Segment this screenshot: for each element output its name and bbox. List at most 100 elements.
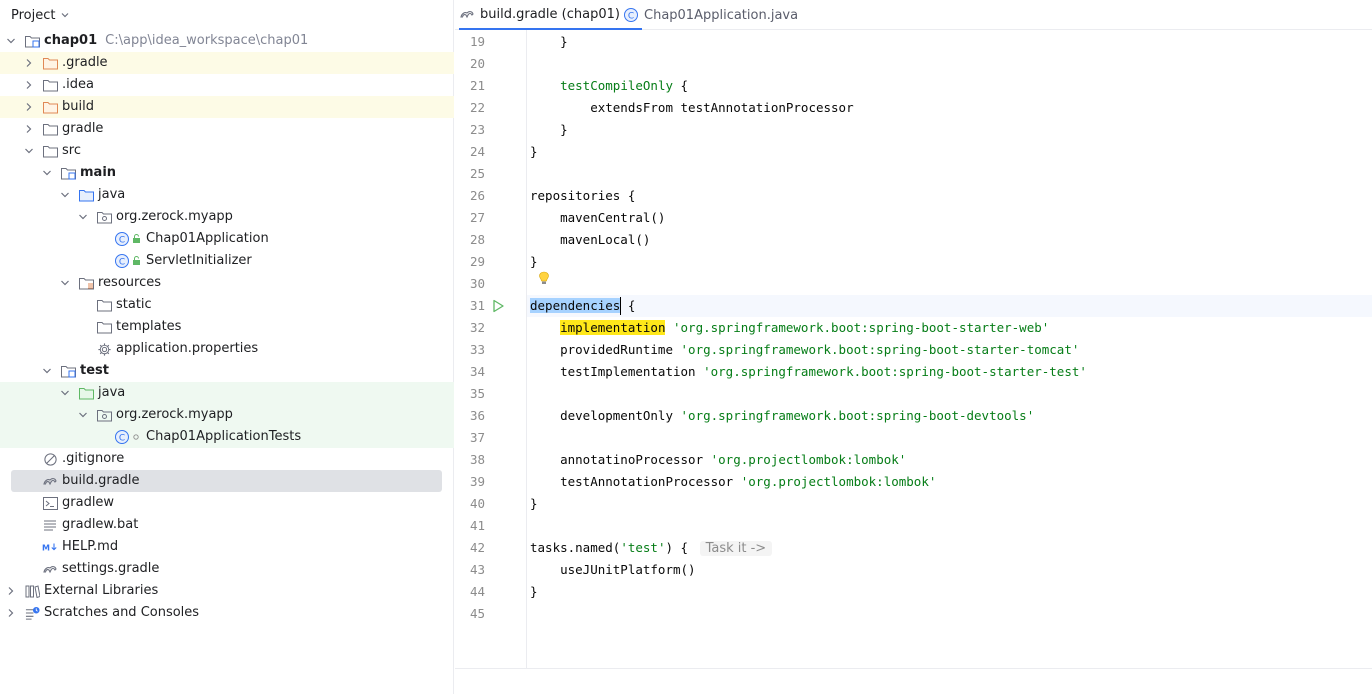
code-line[interactable]: } <box>530 31 568 53</box>
code-token: annotatinoProcessor <box>530 452 711 467</box>
tree-item-label: ServletInitializer <box>146 253 252 268</box>
editor-gutter: 19 20 21 22 23 24 25 26 27 28 29 30 31 32 33 34 35 36 37 38… <box>455 30 527 668</box>
code-line[interactable]: extendsFrom testAnnotationProcessor <box>530 97 853 119</box>
chevron-down-icon[interactable] <box>60 10 70 20</box>
tree-item-label: HELP.md <box>62 539 119 554</box>
tab-build-gradle[interactable]: build.gradle (chap01) × <box>459 0 643 30</box>
tree-item[interactable]: org.zerock.myapp <box>0 404 454 426</box>
code-line[interactable]: repositories { <box>530 185 635 207</box>
code-token: testAnnotationProcessor <box>530 474 741 489</box>
tree-item[interactable]: C ServletInitializer <box>0 250 454 272</box>
chevron-right-icon[interactable] <box>22 118 36 140</box>
tree-item[interactable]: gradle <box>0 118 454 140</box>
folder-icon <box>42 140 58 162</box>
lightbulb-icon[interactable] <box>538 267 550 289</box>
tree-item[interactable]: gradlew <box>0 492 454 514</box>
tree-item[interactable]: static <box>0 294 454 316</box>
chevron-down-icon[interactable] <box>40 162 54 184</box>
tree-item[interactable]: build <box>0 96 454 118</box>
chevron-down-icon[interactable] <box>58 382 72 404</box>
code-line[interactable]: developmentOnly 'org.springframework.boo… <box>530 405 1034 427</box>
tree-item-label: gradlew.bat <box>62 517 139 532</box>
line-number: 32 <box>469 320 485 335</box>
code-line[interactable]: } <box>530 581 538 603</box>
code-token: repositories { <box>530 188 636 203</box>
line-number: 35 <box>469 386 485 401</box>
chevron-right-icon[interactable] <box>4 602 18 624</box>
tree-item[interactable]: chap01 C:\app\idea_workspace\chap01 <box>0 30 454 52</box>
code-line[interactable]: mavenLocal() <box>530 229 650 251</box>
tree-item[interactable]: C Chap01Application <box>0 228 454 250</box>
line-number: 22 <box>469 100 485 115</box>
tab-label: Chap01Application.java <box>644 7 799 23</box>
chevron-down-icon[interactable] <box>76 206 90 228</box>
code-editor[interactable]: 19 20 21 22 23 24 25 26 27 28 29 30 31 32 33 34 35 36 37 38… <box>455 30 1372 668</box>
tree-item[interactable]: java <box>0 184 454 206</box>
tree-item[interactable]: resources <box>0 272 454 294</box>
project-panel-header[interactable]: Project <box>0 0 453 30</box>
code-line[interactable]: } <box>530 493 538 515</box>
string-literal: 'org.springframework.boot:spring-boot-st… <box>680 342 1080 357</box>
tree-item-label: static <box>116 297 152 312</box>
run-icon[interactable] <box>491 295 505 317</box>
tree-item-label: java <box>98 187 126 202</box>
code-token: } <box>530 122 568 137</box>
chevron-right-icon[interactable] <box>22 74 36 96</box>
tree-item[interactable]: org.zerock.myapp <box>0 206 454 228</box>
code-line[interactable]: providedRuntime 'org.springframework.boo… <box>530 339 1079 361</box>
code-line[interactable]: testImplementation 'org.springframework.… <box>530 361 1087 383</box>
chevron-right-icon[interactable] <box>22 52 36 74</box>
folder-icon <box>42 74 58 96</box>
tree-item[interactable]: .gradle <box>0 52 454 74</box>
chevron-right-icon[interactable] <box>22 96 36 118</box>
code-line[interactable]: } <box>530 251 538 273</box>
code-line[interactable]: } <box>530 141 538 163</box>
code-line[interactable]: } <box>530 119 568 141</box>
chevron-down-icon[interactable] <box>58 184 72 206</box>
tree-item[interactable]: External Libraries <box>0 580 454 602</box>
tree-item[interactable]: templates <box>0 316 454 338</box>
tab-chap01application-java[interactable]: C Chap01Application.java <box>623 0 798 30</box>
tree-item[interactable]: Scratches and Consoles <box>0 602 454 624</box>
code-line[interactable]: useJUnitPlatform() <box>530 559 695 581</box>
project-panel-title: Project <box>11 7 56 23</box>
chevron-down-icon[interactable] <box>4 30 18 52</box>
tree-item[interactable]: application.properties <box>0 338 454 360</box>
tree-item[interactable]: java <box>0 382 454 404</box>
string-literal: 'test' <box>620 540 666 555</box>
tree-item[interactable]: C Chap01ApplicationTests <box>0 426 454 448</box>
svg-text:C: C <box>119 258 125 268</box>
line-number: 19 <box>469 34 485 49</box>
chevron-down-icon[interactable] <box>40 360 54 382</box>
tree-item-label: build.gradle <box>62 473 140 488</box>
tree-item[interactable]: gradlew.bat <box>0 514 454 536</box>
code-line[interactable]: implementation 'org.springframework.boot… <box>530 317 1049 339</box>
code-line[interactable]: mavenCentral() <box>530 207 665 229</box>
tree-item[interactable]: .idea <box>0 74 454 96</box>
chevron-down-icon[interactable] <box>76 404 90 426</box>
module-folder-icon <box>24 30 40 52</box>
tree-item[interactable]: .gitignore <box>0 448 454 470</box>
code-line[interactable]: tasks.named('test') { Task it -> <box>530 537 773 559</box>
text-caret <box>620 297 622 315</box>
tree-item[interactable]: M HELP.md <box>0 536 454 558</box>
visibility-marker-icon <box>132 250 141 272</box>
code-token: } <box>530 144 538 159</box>
tree-item[interactable]: test <box>0 360 454 382</box>
tree-item[interactable]: build.gradle <box>0 470 454 492</box>
tree-item-label: Chap01ApplicationTests <box>146 429 302 444</box>
tree-item[interactable]: src <box>0 140 454 162</box>
code-line[interactable]: testCompileOnly { <box>530 75 688 97</box>
chevron-down-icon[interactable] <box>22 140 36 162</box>
tree-item-label: gradle <box>62 121 104 136</box>
project-panel: Project chap01 C:\app\idea_workspace\chap… <box>0 0 454 694</box>
chevron-down-icon[interactable] <box>58 272 72 294</box>
tree-item[interactable]: settings.gradle <box>0 558 454 580</box>
chevron-right-icon[interactable] <box>4 580 18 602</box>
code-line[interactable]: testAnnotationProcessor 'org.projectlomb… <box>530 471 936 493</box>
folder-icon <box>96 294 112 316</box>
tree-item-label: src <box>62 143 81 158</box>
code-line[interactable]: annotatinoProcessor 'org.projectlombok:l… <box>530 449 906 471</box>
tree-item[interactable]: main <box>0 162 454 184</box>
code-token: { <box>673 78 689 93</box>
